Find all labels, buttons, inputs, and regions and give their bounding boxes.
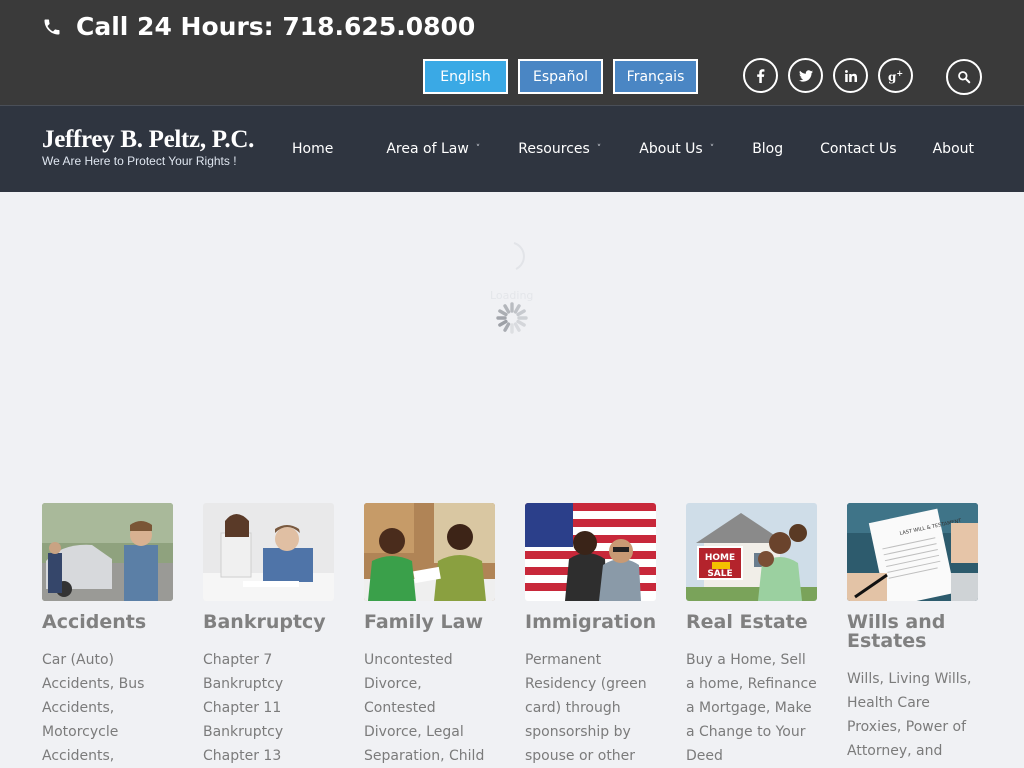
card-bankruptcy: Bankruptcy Chapter 7 Bankruptcy Chapter … bbox=[203, 503, 334, 768]
twitter-icon[interactable] bbox=[788, 58, 823, 93]
bankruptcy-image[interactable] bbox=[203, 503, 334, 601]
card-family-law: Family Law Uncontested Divorce, Conteste… bbox=[364, 503, 495, 768]
phone-icon bbox=[44, 19, 60, 34]
card-title[interactable]: Bankruptcy bbox=[203, 613, 334, 632]
card-real-estate: HOME SALE Real Estate Buy a Home, Sell a… bbox=[686, 503, 817, 768]
chevron-down-icon: ˅ bbox=[596, 144, 602, 154]
nav-item-home[interactable]: Home bbox=[292, 141, 333, 157]
search-button[interactable] bbox=[946, 59, 982, 95]
top-bar: Call 24 Hours: 718.625.0800 English Espa… bbox=[0, 0, 1024, 105]
card-text: Permanent Residency (green card) through… bbox=[525, 652, 647, 764]
svg-text:HOME: HOME bbox=[705, 553, 735, 563]
nav-item-blog[interactable]: Blog bbox=[752, 141, 783, 157]
site-logo[interactable]: Jeffrey B. Peltz, P.C. We Are Here to Pr… bbox=[42, 126, 254, 168]
card-text: Car (Auto) Accidents, Bus Accidents, Mot… bbox=[42, 652, 145, 764]
social-links: g+ bbox=[743, 58, 923, 93]
nav-item-area-of-law[interactable]: Area of Law ˅ bbox=[386, 141, 480, 157]
card-text: Chapter 7 Bankruptcy Chapter 11 Bankrupt… bbox=[203, 652, 284, 764]
lang-spanish-button[interactable]: Español bbox=[518, 59, 603, 94]
nav-item-about-us[interactable]: About Us ˅ bbox=[639, 141, 714, 157]
google-plus-icon[interactable]: g+ bbox=[878, 58, 913, 93]
practice-areas: Accidents Car (Auto) Accidents, Bus Acci… bbox=[42, 503, 982, 768]
card-title[interactable]: Family Law bbox=[364, 613, 495, 632]
family-law-image[interactable] bbox=[364, 503, 495, 601]
card-title[interactable]: Wills and Estates bbox=[847, 613, 978, 651]
card-title[interactable]: Immigration bbox=[525, 613, 656, 632]
lang-english-button[interactable]: English bbox=[423, 59, 508, 94]
immigration-image[interactable] bbox=[525, 503, 656, 601]
accidents-image[interactable] bbox=[42, 503, 173, 601]
card-immigration: Immigration Permanent Residency (green c… bbox=[525, 503, 656, 768]
svg-text:SALE: SALE bbox=[707, 569, 732, 579]
chevron-down-icon: ˅ bbox=[709, 144, 715, 154]
wills-and-estates-image[interactable]: LAST WILL & TESTAMENT bbox=[847, 503, 978, 601]
language-switcher: English Español Français bbox=[423, 59, 708, 94]
phone-text: Call 24 Hours: 718.625.0800 bbox=[76, 12, 476, 41]
nav-item-resources[interactable]: Resources ˅ bbox=[518, 141, 601, 157]
brand-name: Jeffrey B. Peltz, P.C. bbox=[42, 126, 255, 153]
card-accidents: Accidents Car (Auto) Accidents, Bus Acci… bbox=[42, 503, 173, 768]
card-text: Buy a Home, Sell a home, Refinance a Mor… bbox=[686, 652, 817, 764]
nav-menu: Home Area of Law ˅ Resources ˅ About Us ˅ B… bbox=[292, 106, 974, 192]
main-nav: Jeffrey B. Peltz, P.C. We Are Here to Pr… bbox=[0, 105, 1024, 192]
card-title[interactable]: Real Estate bbox=[686, 613, 817, 632]
nav-item-contact-us[interactable]: Contact Us bbox=[820, 141, 896, 157]
lang-french-button[interactable]: Français bbox=[613, 59, 698, 94]
phone-call-link[interactable]: Call 24 Hours: 718.625.0800 bbox=[42, 12, 475, 41]
chevron-down-icon: ˅ bbox=[475, 144, 481, 154]
card-text: Uncontested Divorce, Contested Divorce, … bbox=[364, 652, 485, 764]
card-title[interactable]: Accidents bbox=[42, 613, 173, 632]
nav-item-about[interactable]: About bbox=[933, 141, 974, 157]
card-wills-and-estates: LAST WILL & TESTAMENT Wills and Estates … bbox=[847, 503, 978, 768]
search-icon bbox=[958, 71, 971, 84]
brand-tagline: We Are Here to Protect Your Rights ! bbox=[42, 154, 237, 168]
loading-text: Loading bbox=[490, 289, 534, 302]
linkedin-icon[interactable] bbox=[833, 58, 868, 93]
real-estate-image[interactable]: HOME SALE bbox=[686, 503, 817, 601]
card-text: Wills, Living Wills, Health Care Proxies… bbox=[847, 671, 972, 759]
facebook-icon[interactable] bbox=[743, 58, 778, 93]
